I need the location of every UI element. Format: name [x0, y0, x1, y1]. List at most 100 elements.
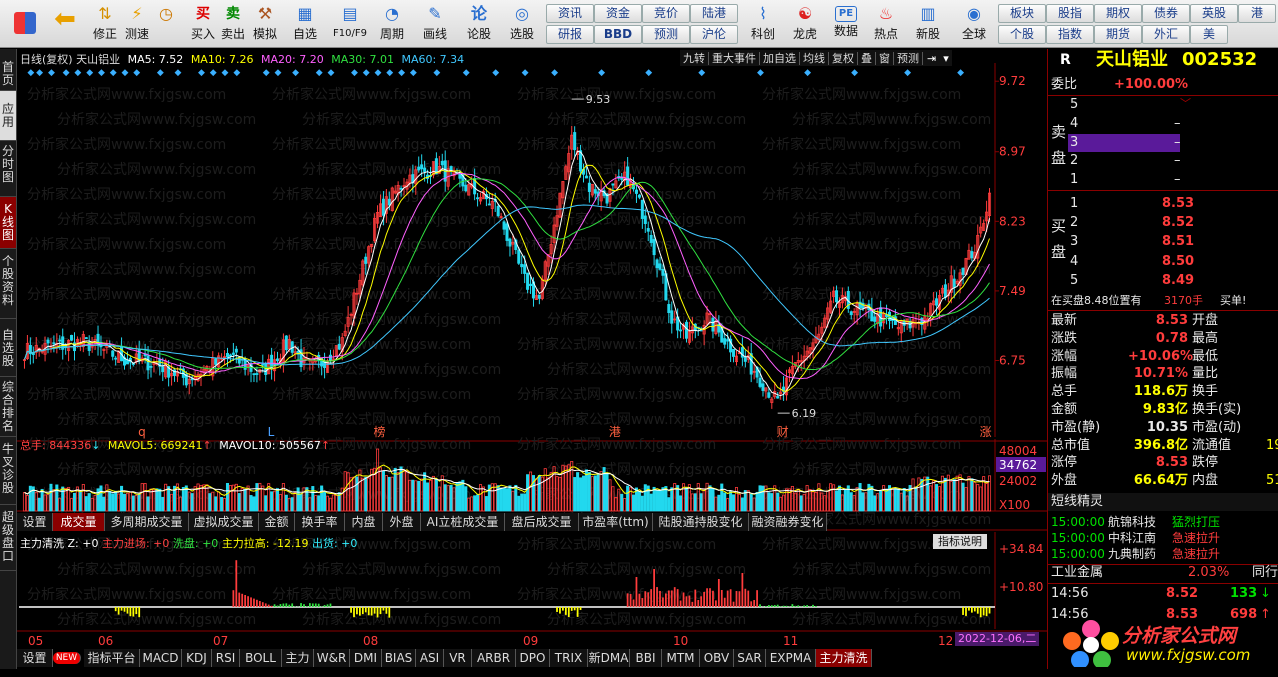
sell-row-2[interactable]: 2– — [1048, 152, 1278, 170]
tab-tabs2-19[interactable]: OBV — [700, 649, 734, 667]
tab-tabs1-4[interactable]: 金额 — [259, 513, 295, 531]
tab-tabs2-5[interactable]: RSI — [212, 649, 240, 667]
clock-button[interactable]: ◷ — [152, 2, 180, 46]
tab-tabs1-9[interactable]: 盘后成交量 — [505, 513, 579, 531]
period-button[interactable]: ◔ 周期 — [374, 2, 410, 46]
tab-tabs2-6[interactable]: BOLL — [240, 649, 282, 667]
shanghai-london-button[interactable]: 沪伦 — [690, 25, 738, 44]
discuss-button[interactable]: 论 论股 — [462, 2, 496, 46]
tab-tabs2-14[interactable]: DPO — [516, 649, 550, 667]
forex-button[interactable]: 外汇 — [1142, 25, 1190, 44]
tab-tabs2-17[interactable]: BBI — [630, 649, 662, 667]
tab-tabs1-12[interactable]: 融资融券变化 — [749, 513, 827, 531]
futures-button[interactable]: 期货 — [1094, 25, 1142, 44]
sell-row-5[interactable]: 5 — [1048, 96, 1278, 114]
short-event-row[interactable]: 15:00:00 九典制药 急速拉升 — [1048, 545, 1278, 563]
tab-tabs1-0[interactable]: 设置 — [17, 513, 53, 531]
capital-button[interactable]: 资金 — [594, 4, 642, 23]
uk-stock-button[interactable]: 英股 — [1190, 4, 1238, 23]
predict-button[interactable]: 预测 — [894, 52, 923, 65]
tab-tabs2-11[interactable]: ASI — [416, 649, 444, 667]
nav-ranking[interactable]: 综合排名 — [0, 377, 16, 437]
news-button[interactable]: 资讯 — [546, 4, 594, 23]
ma-button[interactable]: 均线 — [800, 52, 829, 65]
auction-button[interactable]: 竞价 — [642, 4, 690, 23]
tab-tabs1-11[interactable]: 陆股通持股变化 — [653, 513, 749, 531]
adjust-button[interactable]: 复权 — [829, 52, 858, 65]
index-button[interactable]: 指数 — [1046, 25, 1094, 44]
tab-tabs2-18[interactable]: MTM — [662, 649, 700, 667]
major-events-button[interactable]: 重大事件 — [709, 52, 760, 65]
nav-super-orderbook[interactable]: 超级盘口 — [0, 505, 16, 571]
tab-tabs2-8[interactable]: W&R — [314, 649, 350, 667]
bond-button[interactable]: 债券 — [1142, 4, 1190, 23]
hotspot-button[interactable]: ♨ 热点 — [868, 2, 904, 46]
indicator-explain-button[interactable]: 指标说明 — [933, 534, 987, 549]
data-button[interactable]: PE 数据 — [828, 2, 864, 46]
f10-button[interactable]: ▤ F10/F9 — [328, 2, 372, 46]
tab-tabs2-0[interactable]: 设置 — [17, 649, 53, 667]
option-button[interactable]: 期权 — [1094, 4, 1142, 23]
tab-tabs1-8[interactable]: AI立桩成交量 — [421, 513, 505, 531]
tab-tabs2-7[interactable]: 主力 — [282, 649, 314, 667]
tab-tabs1-7[interactable]: 外盘 — [383, 513, 421, 531]
research-button[interactable]: 研报 — [546, 25, 594, 44]
draw-line-button[interactable]: ✎ 画线 — [416, 2, 454, 46]
tab-tabs2-15[interactable]: TRIX — [550, 649, 588, 667]
buy-row-1[interactable]: 1 8.53 — [1048, 195, 1278, 213]
back-button[interactable]: ⬅ — [48, 2, 82, 46]
individual-stock-button[interactable]: 个股 — [998, 25, 1046, 44]
tab-tabs2-10[interactable]: BIAS — [382, 649, 416, 667]
us-button[interactable]: 美 — [1190, 25, 1228, 44]
tab-tabs2-4[interactable]: KDJ — [182, 649, 212, 667]
add-watch-button[interactable]: 加自选 — [760, 52, 800, 65]
tab-tabs2-12[interactable]: VR — [444, 649, 472, 667]
sci-board-button[interactable]: ⌇ 科创 — [744, 2, 782, 46]
buy-row-4[interactable]: 4 8.50 — [1048, 253, 1278, 271]
new-stock-button[interactable]: ▥ 新股 — [910, 2, 946, 46]
nav-kline[interactable]: K线图 — [0, 197, 16, 249]
nav-watchlist[interactable]: 自选股 — [0, 319, 16, 377]
tab-tabs1-2[interactable]: 多周期成交量 — [105, 513, 189, 531]
tab-tabs2-1[interactable]: NEW — [53, 652, 81, 664]
buy-row-3[interactable]: 3 8.51 — [1048, 233, 1278, 251]
tab-tabs2-22[interactable]: 主力清洗 — [816, 649, 872, 667]
sell-row-3[interactable]: 3– — [1048, 133, 1278, 152]
tab-tabs1-10[interactable]: 市盈率(ttm) — [579, 513, 653, 531]
sell-button[interactable]: 卖 卖出 — [218, 2, 248, 46]
simulate-button[interactable]: ⚒ 模拟 — [248, 2, 282, 46]
nav-diagnose[interactable]: 牛叉诊股 — [0, 437, 16, 505]
nav-home[interactable]: 首页 — [0, 49, 16, 91]
tab-tabs1-6[interactable]: 内盘 — [345, 513, 383, 531]
nav-timeshare[interactable]: 分时图 — [0, 141, 16, 197]
hk-button[interactable]: 港 — [1238, 4, 1276, 23]
jiuzhuan-button[interactable]: 九转 — [680, 52, 709, 65]
tab-tabs2-3[interactable]: MACD — [140, 649, 182, 667]
tab-tabs2-9[interactable]: DMI — [350, 649, 382, 667]
tab-tabs2-2[interactable]: 指标平台 — [84, 649, 140, 667]
dragon-tiger-button[interactable]: ☯ 龙虎 — [786, 2, 824, 46]
buy-button[interactable]: 买 买入 — [188, 2, 218, 46]
buy-row-5[interactable]: 5 8.49 — [1048, 272, 1278, 290]
buy-row-2[interactable]: 2 8.52 — [1048, 214, 1278, 232]
tab-tabs2-21[interactable]: EXPMA — [766, 649, 816, 667]
sell-row-1[interactable]: 1– — [1048, 171, 1278, 189]
revise-button[interactable]: ⇅ 修正 — [88, 2, 122, 46]
nav-stock-profile[interactable]: 个股资料 — [0, 249, 16, 319]
nav-apps[interactable]: 应用 — [0, 91, 16, 141]
hk-connect-button[interactable]: 陆港 — [690, 4, 738, 23]
chevron-down-icon[interactable]: ▾ — [940, 52, 952, 65]
tab-tabs1-3[interactable]: 虚拟成交量 — [189, 513, 259, 531]
sector-button[interactable]: 板块 — [998, 4, 1046, 23]
global-button[interactable]: ◉ 全球 — [954, 2, 994, 46]
kline-chart[interactable]: 分析家公式网www.fxjgsw.com 分析家公式网www.fxjgsw.com… — [17, 49, 1047, 669]
window-button[interactable]: 窗 — [876, 52, 894, 65]
export-icon[interactable]: ⇥ — [923, 52, 940, 65]
bbd-button[interactable]: BBD — [594, 25, 642, 44]
stock-index-button[interactable]: 股指 — [1046, 4, 1094, 23]
industry-row[interactable]: 工业金属 2.03% 同行 — [1048, 564, 1278, 582]
sell-row-4[interactable]: 4– — [1048, 115, 1278, 133]
tab-tabs2-16[interactable]: 新DMA — [588, 649, 630, 667]
forecast-button[interactable]: 预测 — [642, 25, 690, 44]
home-button[interactable] — [8, 2, 42, 46]
